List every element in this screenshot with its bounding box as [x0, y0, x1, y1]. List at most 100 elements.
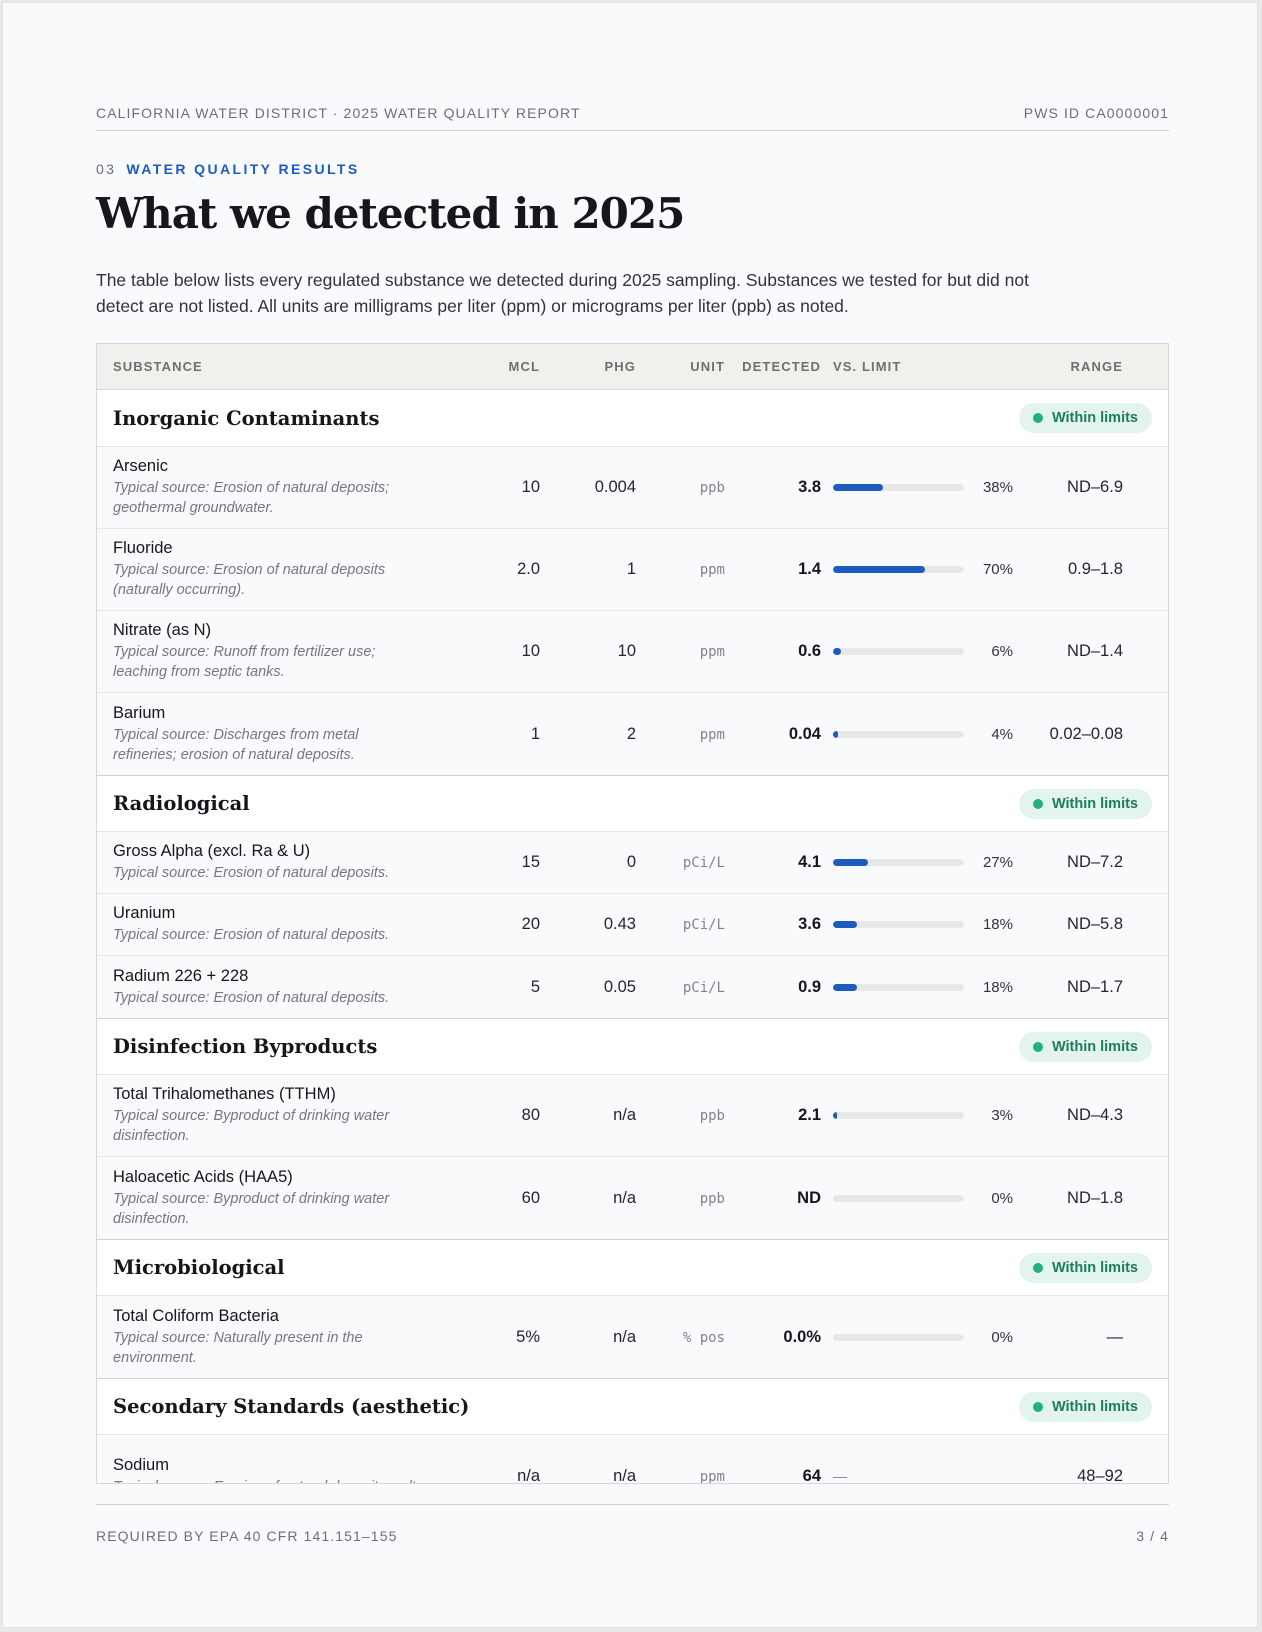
limit-bar-fill — [833, 983, 857, 991]
pct-of-limit: 18% — [982, 916, 1013, 933]
phg-value: n/a — [613, 1106, 636, 1124]
substance-cell: Uranium Typical source: Erosion of natura… — [97, 904, 492, 945]
pct-of-limit: 0% — [991, 1189, 1013, 1207]
range-value: 0.9–1.8 — [1067, 560, 1123, 578]
unit-value: ppb — [699, 1108, 725, 1124]
table-row: Nitrate (as N) Typical source: Runoff fro… — [97, 611, 1168, 693]
substance-name: Uranium — [113, 904, 176, 922]
substance-source: Typical source: Naturally present in the… — [113, 1329, 363, 1366]
substance-cell: Fluoride Typical source: Erosion of natur… — [97, 539, 492, 600]
substance-name: Nitrate (as N) — [113, 621, 212, 639]
col-unit: UNIT — [690, 359, 725, 374]
substance-name: Radium 226 + 228 — [113, 966, 249, 985]
phg-value: 0.43 — [603, 915, 636, 933]
table-row: Arsenic Typical source: Erosion of natura… — [97, 447, 1168, 529]
mcl-value: 1 — [530, 724, 540, 743]
pws-id: PWS ID CA0000001 — [1023, 104, 1169, 121]
limit-bar-track — [833, 921, 964, 928]
group-row: Microbiological Within limits — [97, 1239, 1168, 1296]
unit-value: ppm — [699, 726, 725, 743]
limit-bar-fill — [833, 921, 857, 928]
page-footer: REQUIRED BY EPA 40 CFR 141.151–155 3 / 4 — [96, 1504, 1169, 1544]
intro-paragraph: The table below lists every regulated su… — [96, 270, 1029, 316]
status-label: Within limits — [1051, 1398, 1138, 1415]
status-badge: Within limits — [1018, 788, 1152, 819]
limit-bar-fill — [833, 1112, 837, 1119]
detected-value: 1.4 — [798, 560, 821, 578]
substance-cell: Barium Typical source: Discharges from me… — [97, 704, 492, 765]
section-number: 03 — [96, 161, 117, 177]
report-page: CALIFORNIA WATER DISTRICT · 2025 WATER Q… — [2, 2, 1258, 1628]
unit-value: ppm — [699, 1468, 725, 1484]
phg-value: n/a — [613, 1327, 636, 1346]
limit-bar-fill — [833, 484, 883, 491]
pct-of-limit: 3% — [991, 1107, 1013, 1124]
vs-limit-cell — [821, 566, 964, 573]
status-label: Within limits — [1051, 1259, 1138, 1276]
detected-value: 0.9 — [798, 977, 821, 996]
status-dot-icon — [1032, 1262, 1043, 1273]
range-value: — — [1106, 1327, 1124, 1346]
substance-source: Typical source: Erosion of natural depos… — [113, 1477, 423, 1484]
col-range: RANGE — [1070, 359, 1123, 374]
table-row: Sodium Typical source: Erosion of natural… — [97, 1435, 1168, 1484]
limit-bar-fill — [833, 566, 925, 573]
unit-value: ppm — [699, 562, 725, 578]
page-header: CALIFORNIA WATER DISTRICT · 2025 WATER Q… — [96, 97, 1169, 131]
unit-value: ppm — [699, 644, 725, 660]
vs-limit-cell — [821, 1112, 964, 1119]
pct-of-limit: 27% — [982, 854, 1013, 871]
vs-limit-cell — [821, 730, 964, 738]
pct-of-limit: 6% — [991, 643, 1013, 660]
col-phg: PHG — [604, 359, 636, 374]
phg-value: 0.05 — [603, 977, 636, 996]
status-badge: Within limits — [1018, 1031, 1152, 1062]
table-row: Total Trihalomethanes (TTHM) Typical sour… — [97, 1075, 1168, 1157]
group-title: Disinfection Byproducts — [113, 1035, 378, 1058]
col-mcl: MCL — [508, 359, 540, 374]
substance-source: Typical source: Runoff from fertilizer u… — [113, 644, 376, 680]
substance-name: Sodium — [113, 1455, 169, 1474]
substance-source: Typical source: Byproduct of drinking wa… — [113, 1190, 390, 1227]
group-title: Microbiological — [113, 1256, 285, 1279]
substance-cell: Total Coliform Bacteria Typical source: N… — [97, 1307, 492, 1368]
report-title: CALIFORNIA WATER DISTRICT · 2025 WATER Q… — [96, 104, 581, 121]
table-row: Fluoride Typical source: Erosion of natur… — [97, 529, 1168, 611]
substance-name: Haloacetic Acids (HAA5) — [113, 1167, 293, 1186]
status-badge: Within limits — [1018, 1391, 1152, 1422]
mcl-value: 5% — [516, 1327, 540, 1346]
col-substance: SUBSTANCE — [113, 359, 203, 374]
mcl-value: 20 — [521, 915, 540, 933]
detected-value: 3.6 — [798, 915, 821, 933]
detected-value: 2.1 — [798, 1106, 821, 1124]
group-row: Radiological Within limits — [97, 775, 1168, 832]
mcl-value: 15 — [521, 853, 540, 871]
group-row: Secondary Standards (aesthetic) Within li… — [97, 1378, 1168, 1435]
status-label: Within limits — [1051, 410, 1138, 426]
phg-value: n/a — [613, 1466, 636, 1484]
table-row: Gross Alpha (excl. Ra & U) Typical source… — [97, 832, 1168, 894]
substance-source: Typical source: Erosion of natural depos… — [113, 562, 386, 598]
phg-value: 10 — [617, 642, 636, 660]
mcl-value: 80 — [521, 1106, 540, 1124]
phg-value: 0.004 — [594, 478, 636, 496]
substance-cell: Radium 226 + 228 Typical source: Erosion … — [97, 967, 492, 1008]
substance-source: Typical source: Discharges from metal re… — [113, 726, 359, 763]
section-label: WATER QUALITY RESULTS — [126, 161, 360, 177]
range-value: ND–4.3 — [1067, 1106, 1123, 1124]
detected-value: 0.0% — [783, 1327, 821, 1346]
page-title: What we detected in 2025 — [96, 189, 685, 238]
vs-limit-cell — [821, 1333, 964, 1341]
status-dot-icon — [1032, 798, 1043, 809]
group-row: Disinfection Byproducts Within limits — [97, 1018, 1168, 1075]
substance-cell: Total Trihalomethanes (TTHM) Typical sour… — [97, 1085, 492, 1146]
unit-value: pCi/L — [682, 917, 725, 933]
group-title: Radiological — [113, 792, 250, 815]
substance-name: Fluoride — [113, 539, 173, 557]
substance-name: Total Trihalomethanes (TTHM) — [113, 1085, 336, 1103]
substance-source: Typical source: Byproduct of drinking wa… — [113, 1108, 390, 1144]
substance-cell: Haloacetic Acids (HAA5) Typical source: B… — [97, 1168, 492, 1229]
range-value: ND–1.7 — [1067, 977, 1123, 996]
detected-value: 0.6 — [798, 642, 821, 660]
limit-bar-fill — [833, 859, 869, 866]
